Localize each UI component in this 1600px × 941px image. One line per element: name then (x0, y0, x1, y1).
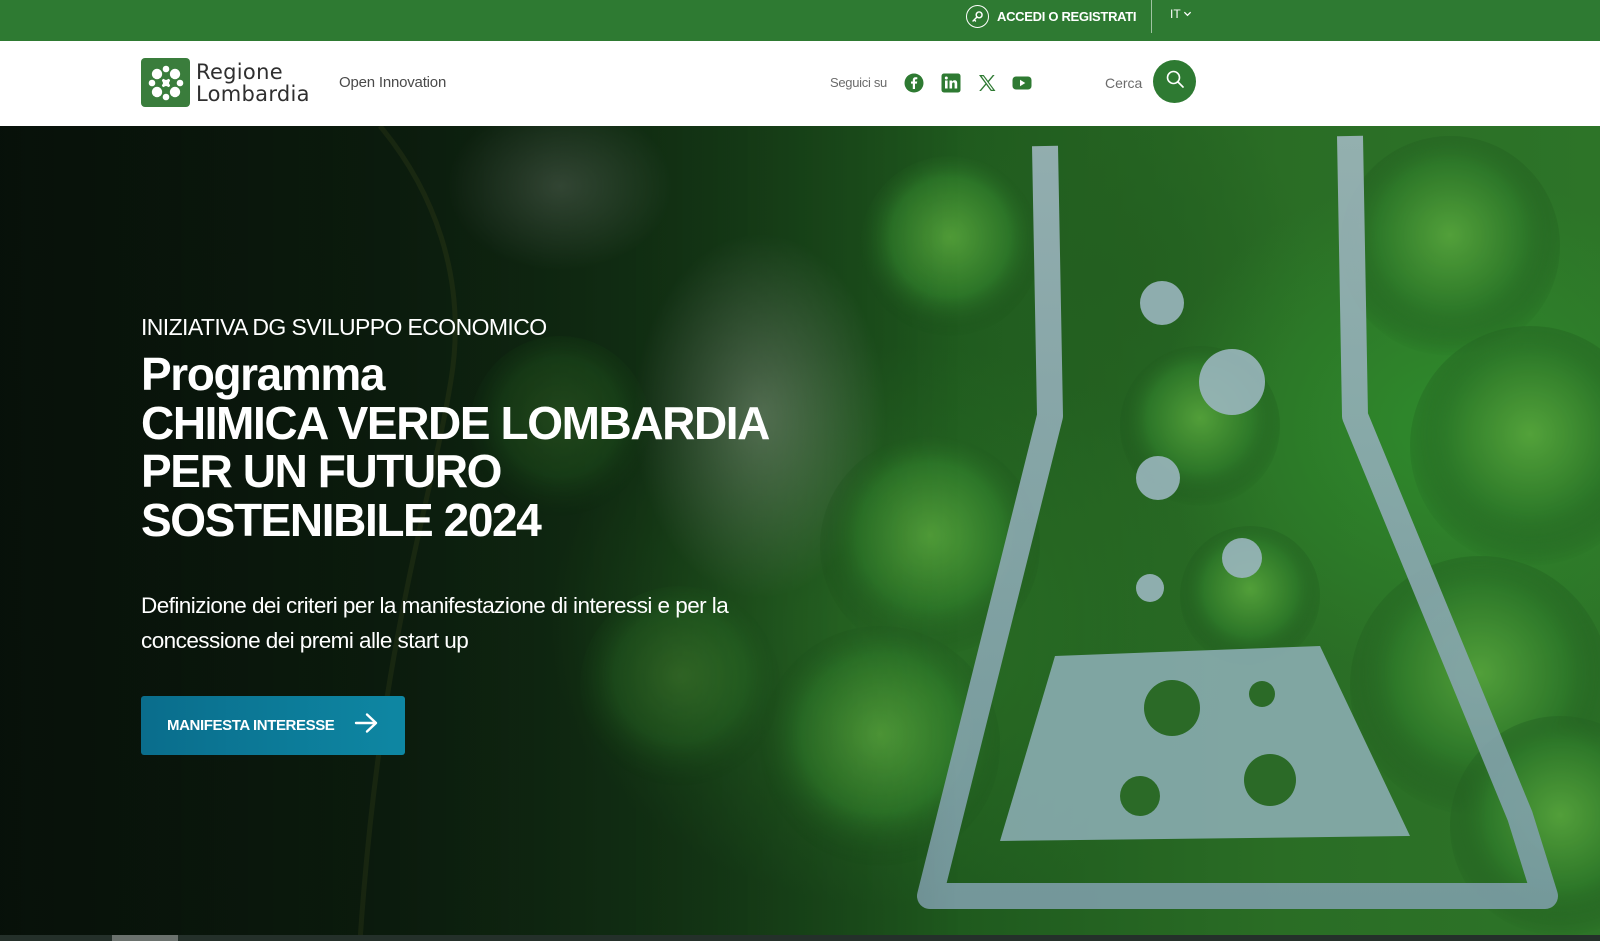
hero-title-line: CHIMICA VERDE LOMBARDIA (141, 396, 770, 449)
arrow-right-icon (354, 712, 380, 739)
language-selector[interactable]: IT (1170, 7, 1192, 21)
horizontal-scrollbar[interactable] (0, 935, 1600, 941)
chevron-down-icon (1183, 7, 1192, 21)
search-button[interactable] (1153, 60, 1196, 103)
regione-lombardia-logo[interactable]: Regione Lombardia (141, 58, 310, 107)
site-header: Regione Lombardia Open Innovation Seguic… (0, 41, 1600, 126)
cta-label: MANIFESTA INTERESSE (167, 717, 335, 734)
login-label: ACCEDI O REGISTRATI (997, 8, 1137, 24)
search-label[interactable]: Cerca (1105, 75, 1142, 91)
facebook-icon[interactable] (904, 73, 924, 93)
scrollbar-thumb[interactable] (112, 935, 178, 941)
hero-title-line: SOSTENIBILE 2024 (141, 493, 542, 546)
hero-eyebrow: INIZIATIVA DG SVILUPPO ECONOMICO (141, 314, 547, 340)
follow-label: Seguici su (830, 75, 887, 90)
manifesta-interesse-button[interactable]: MANIFESTA INTERESSE (141, 696, 405, 755)
logo-wordmark: Regione Lombardia (196, 61, 310, 105)
hero-banner: INIZIATIVA DG SVILUPPO ECONOMICO Program… (0, 126, 1600, 941)
hero-title-line: PER UN FUTURO (141, 445, 502, 497)
top-divider (1151, 0, 1152, 33)
hero-title-line: Programma (141, 348, 385, 400)
key-icon (966, 4, 989, 28)
logo-line-1: Regione (196, 59, 283, 84)
login-link[interactable]: ACCEDI O REGISTRATI (966, 4, 1137, 28)
linkedin-icon[interactable] (941, 73, 961, 93)
x-icon[interactable] (977, 73, 997, 93)
rosa-camuna-icon (141, 58, 190, 107)
hero-title: Programma CHIMICA VERDE LOMBARDIA PER UN… (141, 348, 770, 546)
hero-description: Definizione dei criteri per la manifesta… (141, 593, 729, 653)
language-label: IT (1170, 7, 1181, 21)
top-bar: ACCEDI O REGISTRATI IT (0, 0, 1600, 41)
youtube-icon[interactable] (1012, 73, 1032, 93)
search-icon (1165, 69, 1185, 94)
subsite-name[interactable]: Open Innovation (339, 74, 446, 91)
logo-line-2: Lombardia (196, 81, 310, 106)
